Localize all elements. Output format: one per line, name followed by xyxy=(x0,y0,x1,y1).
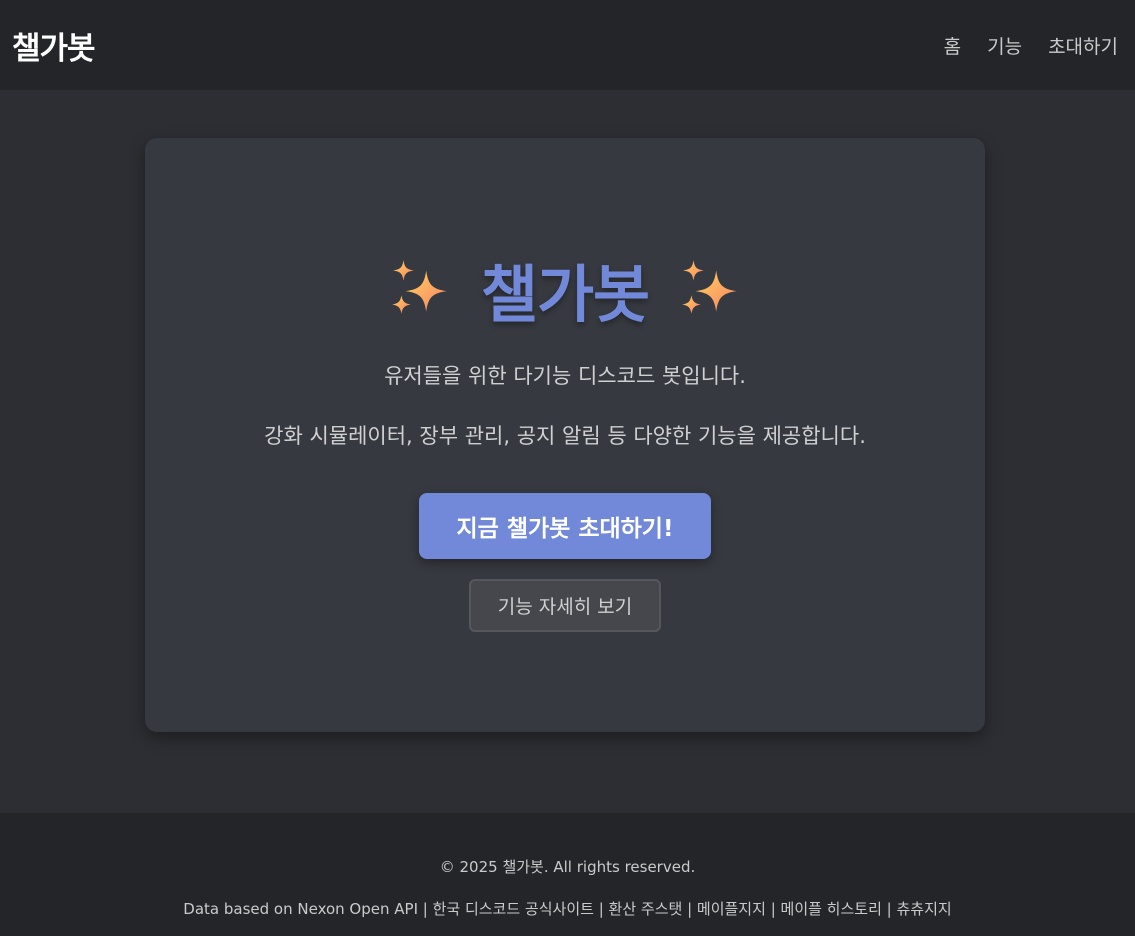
data-source-text: Data based on Nexon Open API xyxy=(183,900,418,918)
top-navbar: 챌가봇 홈 기능 초대하기 xyxy=(0,0,1135,90)
sparkles-icon xyxy=(392,260,447,314)
separator: | xyxy=(593,900,609,918)
footer-link-chuchugg[interactable]: 츄츄지지 xyxy=(896,900,951,918)
hero-description-1: 유저들을 위한 다기능 디스코드 봇입니다. xyxy=(384,364,746,388)
footer-link-discord[interactable]: 한국 디스코드 공식사이트 xyxy=(433,900,594,918)
copyright-text: © 2025 챌가봇. All rights reserved. xyxy=(439,858,696,876)
footer: © 2025 챌가봇. All rights reserved. Data ba… xyxy=(0,813,1135,936)
sparkles-icon xyxy=(682,260,737,314)
invite-bot-button[interactable]: 지금 챌가봇 초대하기! xyxy=(419,493,711,559)
nav-link-features[interactable]: 기능 xyxy=(987,32,1022,59)
brand-logo[interactable]: 챌가봇 xyxy=(12,23,96,68)
footer-link-maple-history[interactable]: 메이플 히스토리 xyxy=(781,900,882,918)
footer-credits: Data based on Nexon Open API | 한국 디스코드 공… xyxy=(0,898,1135,919)
separator: | xyxy=(418,900,433,918)
main-nav: 홈 기능 초대하기 xyxy=(944,32,1118,59)
footer-link-maplegg[interactable]: 메이플지지 xyxy=(697,900,766,918)
separator: | xyxy=(682,900,697,918)
nav-link-home[interactable]: 홈 xyxy=(944,32,961,59)
separator: | xyxy=(881,900,897,918)
footer-link-stat-calculator[interactable]: 환산 주스탯 xyxy=(609,900,683,918)
separator: | xyxy=(765,900,781,918)
view-features-button[interactable]: 기능 자세히 보기 xyxy=(469,579,661,632)
hero-title: 챌가봇 xyxy=(145,244,985,334)
hero-description-2: 강화 시뮬레이터, 장부 관리, 공지 알림 등 다양한 기능을 제공합니다. xyxy=(264,424,866,448)
hero-card: 챌가봇 유저들을 위한 다기능 디스코드 봇입니다. 강화 시뮬레이터, 장부 … xyxy=(145,138,985,732)
nav-link-invite[interactable]: 초대하기 xyxy=(1048,32,1118,59)
hero-title-text: 챌가봇 xyxy=(480,258,650,331)
